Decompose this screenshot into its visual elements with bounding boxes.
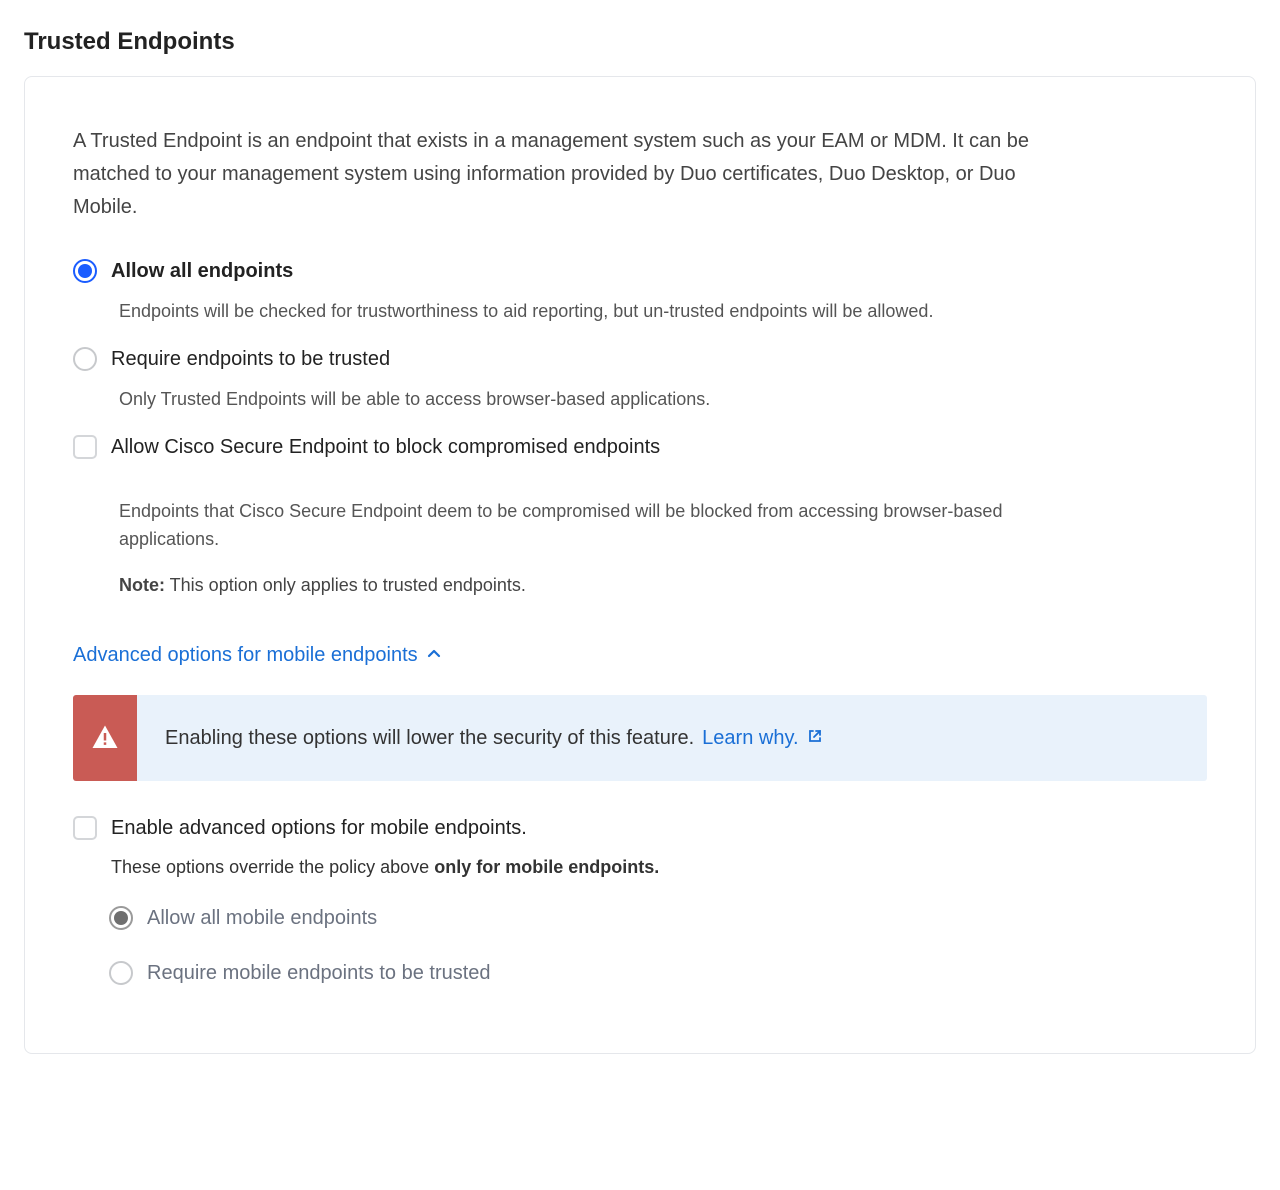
option-cisco-block-desc: Endpoints that Cisco Secure Endpoint dee… [119, 497, 1099, 555]
option-enable-advanced-desc: These options override the policy above … [111, 854, 1207, 881]
checkbox-enable-advanced[interactable] [73, 816, 97, 840]
option-mobile-require-trusted-label: Require mobile endpoints to be trusted [147, 958, 491, 988]
option-cisco-block-label: Allow Cisco Secure Endpoint to block com… [111, 432, 660, 462]
option-cisco-block-note: Note: This option only applies to truste… [119, 572, 1207, 599]
option-allow-all-desc: Endpoints will be checked for trustworth… [119, 297, 1099, 326]
checkbox-cisco-block[interactable] [73, 435, 97, 459]
option-cisco-block[interactable]: Allow Cisco Secure Endpoint to block com… [73, 432, 1207, 467]
radio-require-trusted[interactable] [73, 347, 97, 371]
security-warning-alert: Enabling these options will lower the se… [73, 695, 1207, 781]
option-enable-advanced-label: Enable advanced options for mobile endpo… [111, 813, 527, 843]
option-allow-all-label: Allow all endpoints [111, 256, 293, 286]
mobile-endpoint-options: Allow all mobile endpoints Require mobil… [109, 903, 1207, 993]
option-require-trusted-desc: Only Trusted Endpoints will be able to a… [119, 385, 1099, 414]
advanced-options-label: Advanced options for mobile endpoints [73, 640, 418, 670]
intro-text: A Trusted Endpoint is an endpoint that e… [73, 125, 1073, 224]
warning-icon [73, 695, 137, 781]
external-link-icon [807, 723, 823, 753]
option-require-trusted[interactable]: Require endpoints to be trusted [73, 344, 1207, 379]
option-allow-all[interactable]: Allow all endpoints [73, 256, 1207, 291]
option-require-trusted-label: Require endpoints to be trusted [111, 344, 390, 374]
radio-allow-all[interactable] [73, 259, 97, 283]
learn-why-link[interactable]: Learn why. [702, 723, 822, 753]
advanced-options-toggle[interactable]: Advanced options for mobile endpoints [73, 639, 1207, 671]
alert-text: Enabling these options will lower the se… [165, 723, 694, 753]
option-mobile-require-trusted[interactable]: Require mobile endpoints to be trusted [109, 958, 1207, 993]
page-title: Trusted Endpoints [24, 24, 1256, 60]
option-mobile-allow-all-label: Allow all mobile endpoints [147, 903, 377, 933]
chevron-up-icon [426, 641, 442, 671]
option-enable-advanced[interactable]: Enable advanced options for mobile endpo… [73, 813, 1207, 848]
radio-mobile-require-trusted[interactable] [109, 961, 133, 985]
radio-mobile-allow-all[interactable] [109, 906, 133, 930]
trusted-endpoints-panel: A Trusted Endpoint is an endpoint that e… [24, 76, 1256, 1054]
option-mobile-allow-all[interactable]: Allow all mobile endpoints [109, 903, 1207, 938]
